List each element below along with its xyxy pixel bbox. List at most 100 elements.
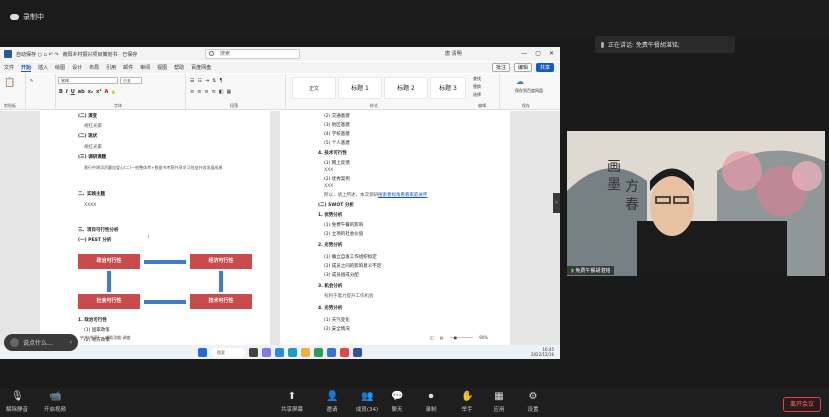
cloud-save-icon[interactable]: ☁ (516, 77, 524, 86)
toolbar-invite-button[interactable]: 👤 邀请 (315, 392, 349, 414)
menu-tab[interactable]: 视图 (157, 64, 167, 71)
menu-tab[interactable]: 插入 (38, 64, 48, 71)
word-taskbar-icon[interactable] (353, 347, 362, 357)
edit-button[interactable]: 编辑 (513, 63, 532, 72)
toolbar-label: 应用 (493, 407, 505, 413)
menu-tab[interactable]: 文件 (4, 64, 14, 71)
toolbar-settings-button[interactable]: ⚙ 设置 (516, 392, 550, 414)
leave-meeting-button[interactable]: 离开会议 (783, 397, 821, 412)
menu-tab[interactable]: 设计 (72, 64, 82, 71)
collapse-panel-button[interactable]: › (553, 193, 560, 213)
toolbar-members-button[interactable]: 👥 成员(34) (350, 391, 384, 414)
strike-button[interactable]: ab (78, 89, 85, 95)
bullets-icon[interactable]: ☰ (190, 78, 194, 84)
app-icon[interactable] (327, 347, 336, 357)
toolbar-mic-muted-button[interactable]: 🎙 解除静音 (0, 392, 34, 414)
doc-heading: (二) SWOT 分析 (318, 203, 354, 208)
borders-icon[interactable]: ▦ (227, 89, 232, 95)
replace-button[interactable]: 替换 (473, 84, 481, 90)
justify-icon[interactable]: ≡ (212, 89, 216, 95)
paste-icon[interactable]: 📋 (4, 78, 15, 88)
menu-tab[interactable]: 引用 (106, 64, 116, 71)
select-button[interactable]: 选择 (473, 92, 481, 98)
focus-icon[interactable]: ◫ (430, 335, 434, 340)
underline-button[interactable]: U (71, 89, 75, 95)
sort-icon[interactable]: ⇅ (212, 78, 216, 84)
highlight-button[interactable]: ▲ (111, 89, 115, 95)
ribbon: 📋 剪贴板 ✎ 宋体 小五 B I U ab x₂ x² A ▲ 字体 ☰ ☷ … (0, 74, 560, 110)
find-button[interactable]: 查找 (473, 76, 481, 82)
app-icon[interactable] (340, 347, 349, 357)
task-view-icon[interactable] (249, 347, 258, 357)
menu-tab[interactable]: 审阅 (140, 64, 150, 71)
taskbar-search[interactable]: 搜索 (211, 347, 245, 357)
toolbar-video-off-button[interactable]: 📹 开启视频 (38, 392, 72, 414)
menu-tab[interactable]: 帮助 (174, 64, 184, 71)
italic-button[interactable]: I (66, 89, 68, 95)
numbering-icon[interactable]: ☷ (197, 78, 201, 84)
font-color-button[interactable]: A (105, 89, 109, 95)
menu-right-actions: 批注 编辑 共享 (491, 63, 554, 72)
raise-hand-icon: ✋ (461, 391, 474, 402)
font-name-select[interactable]: 宋体 (58, 77, 118, 84)
zoom-level[interactable]: 90% (479, 335, 488, 340)
style-heading-2[interactable]: 标题 2 (384, 77, 428, 99)
doc-heading: 三、项目可行性分析 (78, 228, 119, 233)
align-center-icon[interactable]: ≡ (197, 89, 201, 95)
toolbar-chat-button[interactable]: 💬 聊天 (380, 392, 414, 414)
diagram-arrow (107, 271, 111, 292)
status-focus[interactable]: 辅助功能:调查 (105, 335, 130, 341)
indent-icon[interactable]: ⇥ (205, 78, 209, 84)
font-size-select[interactable]: 小五 (120, 77, 142, 84)
toolbar-share-screen-button[interactable]: ⬆ 共享屏幕 (275, 392, 309, 414)
members-icon: 👥 (361, 391, 374, 402)
style-heading-1[interactable]: 标题 1 (338, 77, 382, 99)
share-button[interactable]: 共享 (535, 63, 554, 72)
speaker-video: 画 墨 方 春 (567, 131, 825, 276)
bold-button[interactable]: B (59, 89, 63, 95)
toolbar-raise-hand-button[interactable]: ✋ 举手 (450, 391, 484, 414)
edge-icon[interactable] (288, 347, 297, 357)
teams-icon[interactable] (262, 347, 271, 357)
pilcrow-icon[interactable]: ¶ (219, 78, 222, 84)
toolbar-apps-button[interactable]: ▦ 应用 (482, 392, 516, 414)
comment-button[interactable]: 批注 (491, 63, 510, 72)
svg-text:墨: 墨 (607, 177, 621, 193)
zoom-slider[interactable]: —●———— (450, 335, 474, 340)
align-right-icon[interactable]: ≡ (204, 89, 208, 95)
minimize-icon[interactable]: — (521, 50, 527, 57)
chat-input[interactable]: 说点什么... ‹ (4, 334, 78, 351)
shading-icon[interactable]: ◧ (219, 89, 224, 95)
start-icon[interactable] (198, 347, 207, 357)
toolbar-record-button[interactable]: ⏺ 录制 (414, 392, 448, 414)
menu-tab[interactable]: 绘图 (55, 64, 65, 71)
menu-tab[interactable]: 百度网盘 (191, 64, 211, 71)
close-icon[interactable]: ✕ (549, 50, 554, 57)
diagram-box-political: 政治可行性 (78, 254, 140, 269)
align-left-icon[interactable]: ≡ (190, 89, 194, 95)
doc-text: 胡红光家 (84, 145, 102, 150)
app-icon[interactable] (275, 347, 284, 357)
menu-tab[interactable]: 开始 (21, 64, 32, 72)
doc-link[interactable]: 搜索者视角看看家庭关怀 (378, 193, 428, 198)
style-heading-3[interactable]: 标题 3 (430, 77, 466, 99)
autosave-toggle[interactable]: 自动保存 ○ ▫ ↶ ↷ (16, 51, 59, 58)
user-name[interactable]: 唐 清明 (445, 50, 462, 57)
recording-label: 录制中 (23, 13, 44, 21)
save-to-cloud-label[interactable]: 保存到百度网盘 (504, 88, 554, 94)
app-icon[interactable] (314, 347, 323, 357)
read-mode-icon[interactable]: ▤ (440, 335, 444, 340)
format-painter-icon[interactable]: ✎ (30, 78, 33, 83)
search-input[interactable]: 搜索 (205, 49, 300, 59)
menu-tab[interactable]: 邮件 (123, 64, 133, 71)
menu-tab[interactable]: 布局 (89, 64, 99, 71)
doc-text: (1) 网上反馈 (324, 161, 350, 166)
superscript-button[interactable]: x² (96, 89, 101, 95)
style-normal[interactable]: 正文 (292, 77, 336, 99)
subscript-button[interactable]: x₂ (88, 89, 93, 95)
folder-icon[interactable] (301, 347, 310, 357)
doc-text: (3) 地区基建 (324, 123, 350, 128)
maximize-icon[interactable]: ▢ (535, 50, 541, 57)
chevron-left-icon[interactable]: ‹ (70, 339, 72, 346)
font-group: 宋体 小五 B I U ab x₂ x² A ▲ 字体 (56, 74, 186, 110)
